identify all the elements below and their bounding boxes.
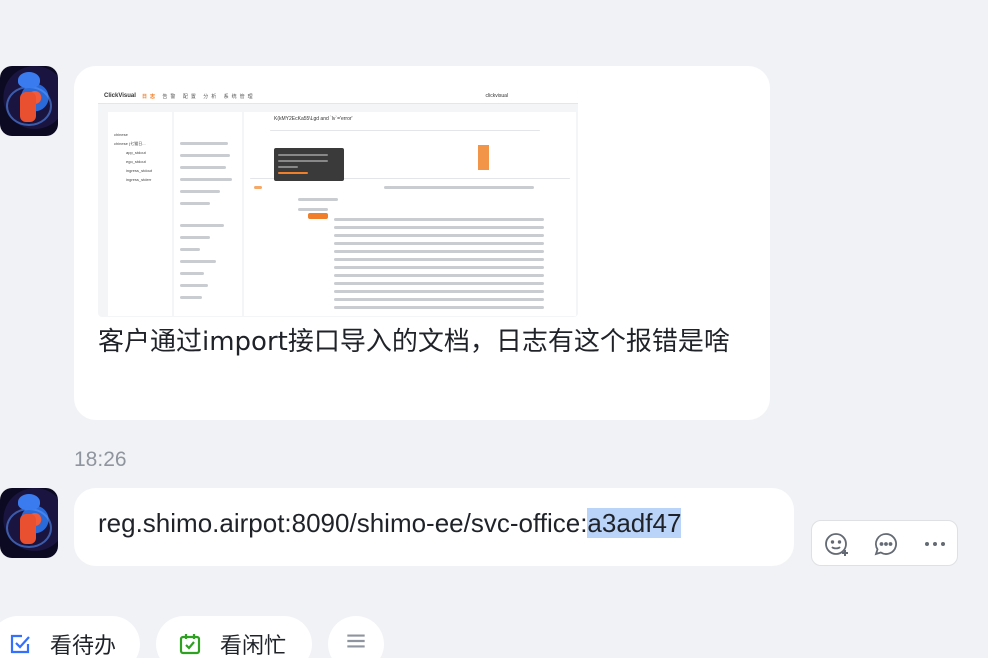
todo-check-icon bbox=[6, 630, 34, 658]
calendar-check-icon bbox=[176, 630, 204, 658]
quick-action-menu[interactable] bbox=[328, 616, 384, 658]
screenshot-field-list bbox=[174, 112, 242, 316]
screenshot-logo: ClickVisual bbox=[104, 93, 136, 99]
menu-icon bbox=[343, 628, 369, 658]
message-actions bbox=[811, 520, 958, 566]
message-bubble-image[interactable]: ClickVisual 日志 告警 配置 分析 系统管理 clickvisual… bbox=[74, 66, 770, 420]
quick-action-label: 看待办 bbox=[50, 633, 117, 658]
screenshot-sidebar: chinese chinese (七猫日... app_stdout ego_s… bbox=[108, 112, 172, 316]
message-link-text[interactable]: reg.shimo.airpot:8090/shimo-ee/svc-offic… bbox=[98, 508, 682, 539]
message-timestamp: 18:26 bbox=[74, 448, 127, 471]
screenshot-brand: clickvisual bbox=[485, 93, 508, 99]
message-text: 客户通过import接口导入的文档，日志有这个报错是啥 bbox=[98, 327, 730, 357]
emoji-add-icon[interactable] bbox=[812, 521, 861, 567]
quick-action-label: 看闲忙 bbox=[220, 633, 287, 658]
screenshot-log-panel: K(kMY2EcKa55\Lgd and `lv`='error' bbox=[244, 112, 576, 316]
error-tag bbox=[308, 213, 328, 219]
quick-action-availability[interactable]: 看闲忙 bbox=[156, 616, 312, 658]
more-icon[interactable] bbox=[910, 521, 959, 567]
histogram-tooltip bbox=[274, 148, 344, 181]
selected-text: a3adf47 bbox=[587, 508, 682, 538]
comment-icon[interactable] bbox=[861, 521, 910, 567]
attached-screenshot[interactable]: ClickVisual 日志 告警 配置 分析 系统管理 clickvisual… bbox=[98, 90, 578, 317]
histogram-spike bbox=[478, 145, 489, 170]
quick-action-todo[interactable]: 看待办 bbox=[0, 616, 140, 658]
screenshot-menu: 日志 告警 配置 分析 系统管理 bbox=[142, 94, 256, 100]
sender-avatar[interactable] bbox=[0, 66, 58, 136]
sender-avatar[interactable] bbox=[0, 488, 58, 558]
message-bubble-link[interactable]: reg.shimo.airpot:8090/shimo-ee/svc-offic… bbox=[74, 488, 794, 566]
